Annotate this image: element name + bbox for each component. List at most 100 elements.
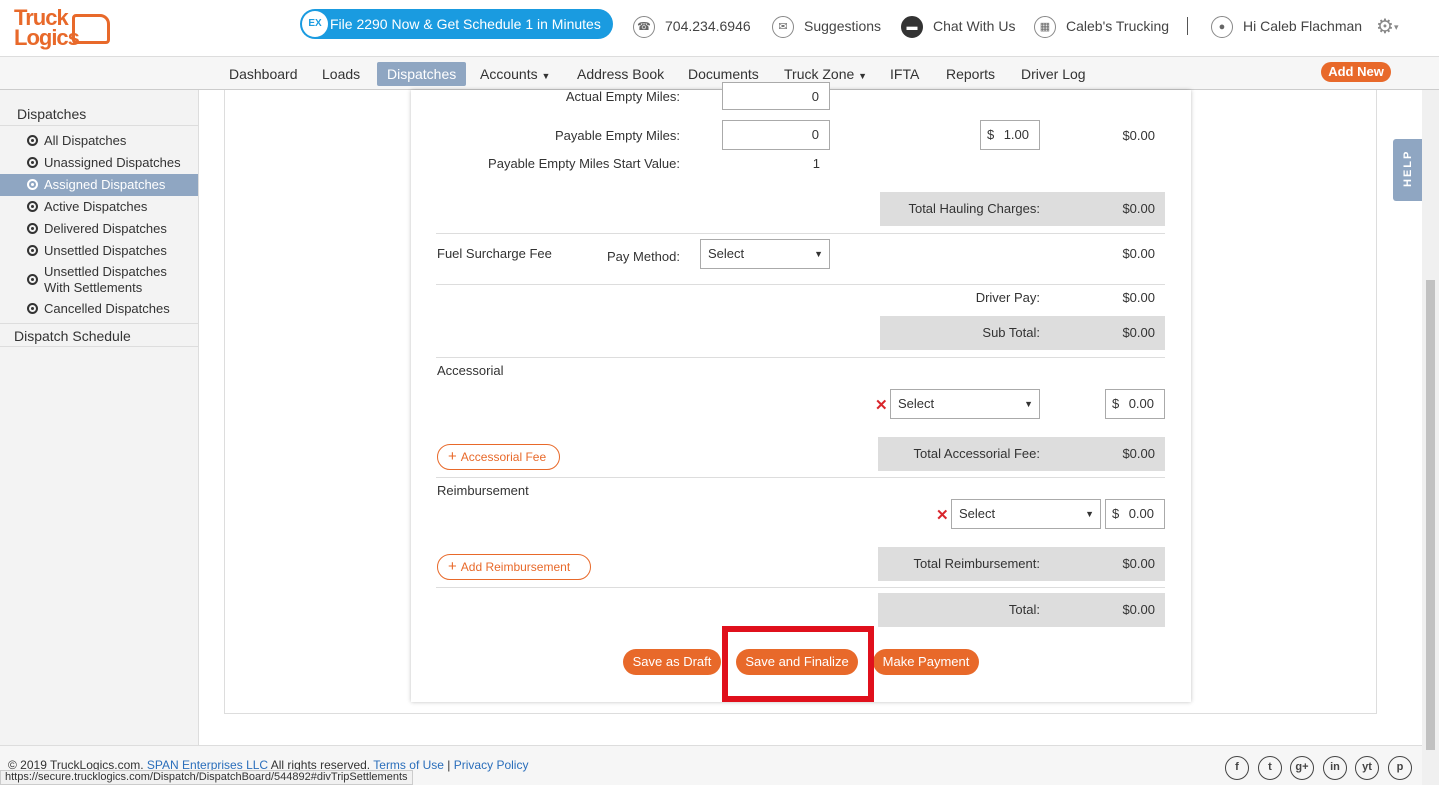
twitter-icon[interactable]: t <box>1258 756 1282 780</box>
total-reimbursement-row: Total Reimbursement: $0.00 <box>878 547 1165 581</box>
chat-bubble-icon: ▬ <box>901 16 923 39</box>
expresstrucktax-icon: EX <box>302 11 328 37</box>
accessorial-amount-input[interactable]: $0.00 <box>1105 389 1165 419</box>
total-value: $0.00 <box>1122 602 1155 617</box>
logo-text-logics: Logics <box>14 25 80 50</box>
add-accessorial-fee-button[interactable]: + Accessorial Fee <box>437 444 560 470</box>
phone-link[interactable]: ☎ 704.234.6946 <box>633 13 751 39</box>
sidebar-item-label: Assigned Dispatches <box>44 177 166 192</box>
save-as-draft-button[interactable]: Save as Draft <box>623 649 721 675</box>
remove-reimbursement-icon[interactable]: ✕ <box>936 506 949 524</box>
make-payment-button[interactable]: Make Payment <box>873 649 979 675</box>
promo-banner-button[interactable]: EX File 2290 Now & Get Schedule 1 in Min… <box>300 9 613 39</box>
section-divider <box>436 477 1165 478</box>
radio-circle-icon <box>27 303 38 314</box>
sidebar-item-unsettled-with-settlements[interactable]: Unsettled Dispatches With Settlements <box>0 264 180 296</box>
nav-driver-log[interactable]: Driver Log <box>1011 62 1096 86</box>
nav-ifta[interactable]: IFTA <box>880 62 929 86</box>
chat-label: Chat With Us <box>933 18 1016 34</box>
user-menu[interactable]: ● Hi Caleb Flachman <box>1211 13 1362 39</box>
actual-empty-miles-input[interactable]: 0 <box>722 82 830 110</box>
accessorial-select[interactable]: Select ▼ <box>890 389 1040 419</box>
radio-circle-icon <box>27 157 38 168</box>
empty-mile-rate-input[interactable]: $1.00 <box>980 120 1040 150</box>
page-scrollbar[interactable] <box>1422 90 1439 785</box>
reimbursement-select[interactable]: Select ▼ <box>951 499 1101 529</box>
google-plus-icon[interactable]: g+ <box>1290 756 1314 780</box>
building-icon: ▦ <box>1034 16 1056 39</box>
main-nav: Dashboard Loads Dispatches Accounts ▼ Ad… <box>0 56 1439 90</box>
pay-method-label: Pay Method: <box>607 249 680 264</box>
sidebar-dispatch-schedule[interactable]: Dispatch Schedule <box>0 323 198 347</box>
help-label: HELP <box>1402 149 1414 187</box>
facebook-icon[interactable]: f <box>1225 756 1249 780</box>
suggestions-link[interactable]: ✉ Suggestions <box>772 13 881 39</box>
accessorial-select-value: Select <box>898 396 935 411</box>
total-hauling-value: $0.00 <box>1122 201 1155 216</box>
sidebar-item-cancelled[interactable]: Cancelled Dispatches <box>0 298 198 320</box>
sub-total-row: Sub Total: $0.00 <box>880 316 1165 350</box>
rate-value: 1.00 <box>1003 127 1029 142</box>
reimbursement-amount-input[interactable]: $0.00 <box>1105 499 1165 529</box>
trucklogics-logo[interactable]: Truck Logics <box>12 6 112 50</box>
sidebar-item-unsettled[interactable]: Unsettled Dispatches <box>0 240 198 262</box>
dropdown-arrow-icon: ▼ <box>1024 399 1033 409</box>
remove-accessorial-icon[interactable]: ✕ <box>875 396 888 414</box>
sidebar-item-label: Delivered Dispatches <box>44 221 167 236</box>
reimbursement-label: Reimbursement <box>437 483 529 498</box>
reimbursement-select-value: Select <box>959 506 996 521</box>
user-greeting: Hi Caleb Flachman <box>1243 18 1363 34</box>
sidebar-item-delivered[interactable]: Delivered Dispatches <box>0 218 198 240</box>
help-tab[interactable]: HELP <box>1393 139 1423 201</box>
radio-circle-icon <box>27 245 38 256</box>
total-accessorial-value: $0.00 <box>1122 446 1155 461</box>
total-hauling-label: Total Hauling Charges: <box>908 201 1040 216</box>
sidebar-item-assigned[interactable]: Assigned Dispatches <box>0 174 198 196</box>
payable-empty-miles-input[interactable]: 0 <box>722 120 830 150</box>
add-reimbursement-button[interactable]: + Add Reimbursement <box>437 554 591 580</box>
sidebar-item-label: Unassigned Dispatches <box>44 155 181 170</box>
sidebar-item-label: Unsettled Dispatches <box>44 243 167 258</box>
start-value-label: Payable Empty Miles Start Value: <box>488 156 680 171</box>
pay-method-select[interactable]: Select ▼ <box>700 239 830 269</box>
sidebar-item-label: Active Dispatches <box>44 199 148 214</box>
sidebar-item-label: All Dispatches <box>44 133 127 148</box>
payable-empty-miles-amount: $0.00 <box>1122 128 1155 143</box>
privacy-policy-link[interactable]: Privacy Policy <box>454 758 529 772</box>
dollar-symbol: $ <box>1112 396 1120 411</box>
nav-accounts[interactable]: Accounts ▼ <box>470 62 560 86</box>
sidebar-item-all[interactable]: All Dispatches <box>0 130 198 152</box>
nav-address-book[interactable]: Address Book <box>567 62 674 86</box>
settings-gear-icon[interactable]: ⚙▾ <box>1376 14 1398 39</box>
company-link[interactable]: ▦ Caleb's Trucking <box>1034 13 1169 39</box>
total-accessorial-label: Total Accessorial Fee: <box>913 446 1040 461</box>
nav-loads[interactable]: Loads <box>312 62 370 86</box>
dollar-symbol: $ <box>987 127 995 142</box>
section-divider <box>436 587 1165 588</box>
sidebar-heading-dispatches[interactable]: Dispatches <box>0 102 198 126</box>
add-reimbursement-label: Add Reimbursement <box>460 560 571 574</box>
radio-circle-icon <box>27 223 38 234</box>
footer-separator: | <box>447 758 451 772</box>
sidebar-item-unassigned[interactable]: Unassigned Dispatches <box>0 152 198 174</box>
nav-reports[interactable]: Reports <box>936 62 1005 86</box>
suggestions-label: Suggestions <box>804 18 882 34</box>
sidebar-item-active[interactable]: Active Dispatches <box>0 196 198 218</box>
pinterest-icon[interactable]: p <box>1388 756 1412 780</box>
nav-truck-zone-label: Truck Zone <box>784 66 855 82</box>
total-reimbursement-label: Total Reimbursement: <box>913 556 1040 571</box>
highlight-box <box>722 626 874 702</box>
linkedin-icon[interactable]: in <box>1323 756 1347 780</box>
driver-pay-value: $0.00 <box>1122 290 1155 305</box>
company-name: Caleb's Trucking <box>1066 18 1170 34</box>
chat-link[interactable]: ▬ Chat With Us <box>901 13 1015 39</box>
scrollbar-thumb[interactable] <box>1426 280 1435 750</box>
add-new-button[interactable]: Add New <box>1321 62 1391 82</box>
youtube-icon[interactable]: yt <box>1355 756 1379 780</box>
phone-number: 704.234.6946 <box>665 18 751 34</box>
mail-icon: ✉ <box>772 16 794 39</box>
browser-status-url: https://secure.trucklogics.com/Dispatch/… <box>0 770 413 785</box>
total-label: Total: <box>1008 602 1040 617</box>
nav-dashboard[interactable]: Dashboard <box>219 62 308 86</box>
nav-dispatches[interactable]: Dispatches <box>377 62 467 86</box>
